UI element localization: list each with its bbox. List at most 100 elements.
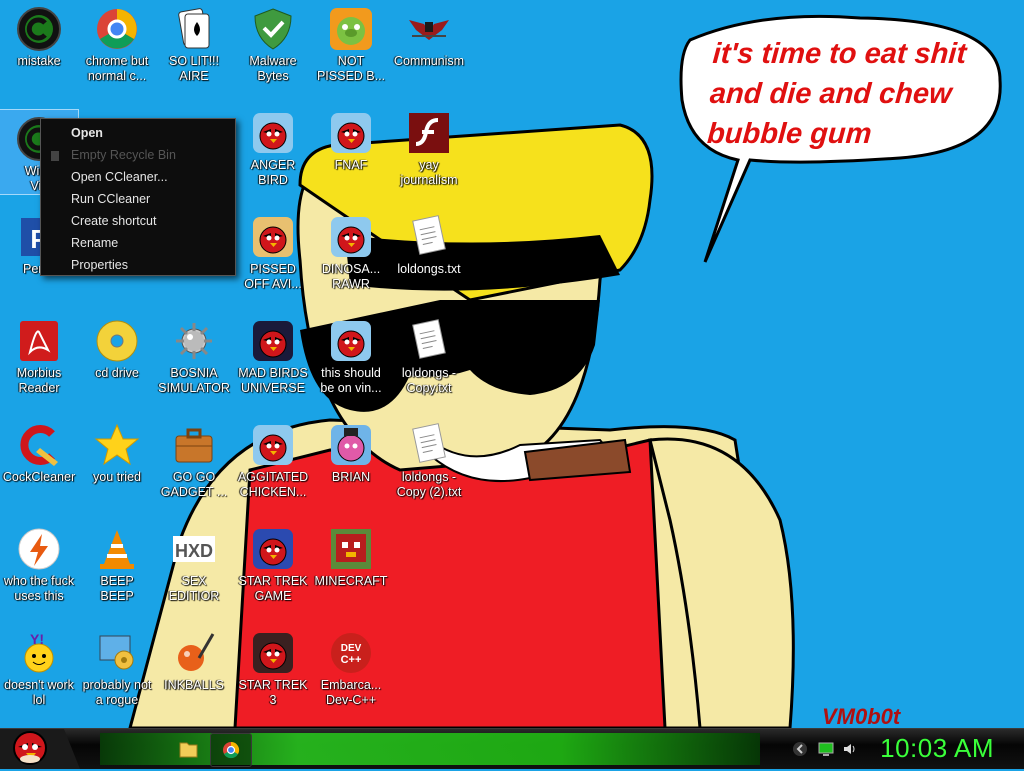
mine-icon <box>171 318 217 364</box>
taskbar: 10:03 AM <box>0 728 1024 769</box>
angry-birds-star-wars-icon <box>250 526 296 572</box>
network-icon[interactable] <box>818 741 834 757</box>
angry-birds-star-wars-2-icon <box>250 630 296 676</box>
desktop-icon-whothefuck[interactable]: who the fuck uses this <box>0 520 78 604</box>
flash-icon <box>406 110 452 156</box>
desktop-icon-label: loldongs - Copy (2).txt <box>396 470 462 499</box>
desktop-icon-label: STAR TREK 3 <box>238 678 308 707</box>
menu-item-open-ccleaner[interactable]: Open CCleaner... <box>41 166 235 188</box>
speech-bubble-text: it's time to eat shit and die and chew b… <box>706 38 968 150</box>
desktop-icon-doesntwork[interactable]: Y! doesn't work lol <box>0 624 78 708</box>
desktop-icon-morbius[interactable]: Morbius Reader <box>0 312 78 396</box>
desktop-icon-label: yay journalism <box>400 158 458 187</box>
desktop-icon-label: doesn't work lol <box>4 678 74 707</box>
desktop-icon-label: GO GO GADGET ... <box>160 470 228 499</box>
desktop-icon-label: this should be on vin... <box>320 366 382 395</box>
svg-text:Y!: Y! <box>30 631 44 647</box>
gear-monitor-icon <box>94 630 140 676</box>
text-file-icon <box>406 422 452 468</box>
desktop-icon-rogue[interactable]: probably not a rogue <box>78 624 156 708</box>
taskbar-chrome-button[interactable] <box>210 733 252 767</box>
angry-bird-icon <box>328 110 374 156</box>
desktop-icon-label: FNAF <box>334 158 368 172</box>
eagle-emblem-icon <box>406 6 452 52</box>
folder-icon <box>179 742 198 758</box>
desktop-icon-startrek3[interactable]: STAR TREK 3 <box>234 624 312 708</box>
desktop-icon-label: Morbius Reader <box>16 366 62 395</box>
solitaire-icon <box>171 6 217 52</box>
desktop-icon-madbirds[interactable]: MAD BIRDS UNIVERSE <box>234 312 312 396</box>
desktop-icon-malware[interactable]: Malware Bytes <box>234 0 312 84</box>
desktop-icon-notpissed[interactable]: NOT PISSED B... <box>312 0 390 84</box>
desktop-icon-loldongs[interactable]: loldongs.txt <box>390 208 468 277</box>
angry-birds-stella-icon <box>328 422 374 468</box>
desktop-icon-mistake[interactable]: mistake <box>0 0 78 69</box>
angry-birds-space-icon <box>250 318 296 364</box>
menu-item-properties[interactable]: Properties <box>41 254 235 276</box>
desktop[interactable]: it's time to eat shit and die and chew b… <box>0 0 1024 728</box>
desktop-icon-beepbeep[interactable]: BEEP BEEP <box>78 520 156 604</box>
angry-bird-icon <box>250 110 296 156</box>
wallpaper-signature: VM0b0t <box>822 704 901 728</box>
desktop-icon-label: loldongs.txt <box>397 262 461 276</box>
desktop-icon-pissedoff[interactable]: PISSED OFF AVI... <box>234 208 312 292</box>
taskbar-folder-button[interactable] <box>168 733 208 765</box>
start-button-angry-bird-icon[interactable] <box>0 723 80 769</box>
menu-item-empty-recycle-bin: Empty Recycle Bin <box>41 144 235 166</box>
yahoo-messenger-icon: Y! <box>16 630 62 676</box>
desktop-icon-fnaf[interactable]: FNAF <box>312 104 390 173</box>
desktop-icon-bosnia[interactable]: BOSNIA SIMULATOR <box>155 312 233 396</box>
volume-icon[interactable] <box>842 741 858 757</box>
desktop-icon-label: BRIAN <box>331 470 371 484</box>
angry-birds-seasons-icon <box>250 214 296 260</box>
desktop-icon-minecraft[interactable]: MINECRAFT <box>312 520 390 589</box>
desktop-icon-loldongscopy2[interactable]: loldongs - Copy (2).txt <box>390 416 468 500</box>
desktop-icon-journalism[interactable]: yay journalism <box>390 104 468 188</box>
menu-item-run-ccleaner[interactable]: Run CCleaner <box>41 188 235 210</box>
desktop-icon-startrek[interactable]: STAR TREK GAME <box>234 520 312 604</box>
desktop-icon-label: PISSED OFF AVI... <box>244 262 302 291</box>
menu-item-rename[interactable]: Rename <box>41 232 235 254</box>
desktop-icon-sexeditor[interactable]: HXD SEX EDITIOR <box>155 520 233 604</box>
ccleaner-icon <box>16 422 62 468</box>
desktop-icon-chrome[interactable]: chrome but normal c... <box>78 0 156 84</box>
desktop-icon-devcpp[interactable]: DEV C++ Embarca... Dev-C++ <box>312 624 390 708</box>
desktop-icon-cddrive[interactable]: cd drive <box>78 312 156 381</box>
minecraft-bird-icon <box>328 526 374 572</box>
desktop-icon-agitated[interactable]: AGGITATED CHICKEN... <box>234 416 312 500</box>
text-file-icon <box>406 318 452 364</box>
taskbar-clock[interactable]: 10:03 AM <box>880 733 994 764</box>
desktop-icon-dinosaur[interactable]: DINOSA... RAWR <box>312 208 390 292</box>
angry-bird-icon <box>328 214 374 260</box>
lightning-icon <box>16 526 62 572</box>
desktop-icon-label: Malware Bytes <box>249 54 297 83</box>
desktop-icon-angerbird[interactable]: ANGER BIRD <box>234 104 312 188</box>
desktop-icon-youtried[interactable]: you tried <box>78 416 156 485</box>
desktop-icon-inkballs[interactable]: INKBALLS <box>155 624 233 693</box>
desktop-icon-brian[interactable]: BRIAN <box>312 416 390 485</box>
desktop-icon-label: loldongs - Copy.txt <box>401 366 457 395</box>
menu-item-open[interactable]: Open <box>41 122 235 144</box>
desktop-icon-label: Communism <box>393 54 465 68</box>
desktop-icon-label: MAD BIRDS UNIVERSE <box>238 366 308 395</box>
desktop-icon-label: STAR TREK GAME <box>238 574 308 603</box>
pdf-reader-icon <box>16 318 62 364</box>
svg-text:HXD: HXD <box>175 541 213 561</box>
chrome-icon <box>223 741 240 759</box>
desktop-icon-label: probably not a rogue <box>82 678 152 707</box>
show-hidden-icons-chevron-icon[interactable] <box>792 741 808 757</box>
desktop-icon-cockcleaner[interactable]: CockCleaner <box>0 416 78 485</box>
desktop-icon-label: INKBALLS <box>164 678 224 692</box>
desktop-icon-label: cd drive <box>95 366 139 380</box>
context-menu[interactable]: Open Empty Recycle Bin Open CCleaner... … <box>40 118 236 276</box>
menu-item-create-shortcut[interactable]: Create shortcut <box>41 210 235 232</box>
star-icon <box>94 422 140 468</box>
desktop-icon-thisshould[interactable]: this should be on vin... <box>312 312 390 396</box>
desktop-icon-label: you tried <box>93 470 141 484</box>
desktop-icon-loldongscopy[interactable]: loldongs - Copy.txt <box>390 312 468 396</box>
desktop-icon-communism[interactable]: Communism <box>390 0 468 69</box>
desktop-icon-label: ANGER BIRD <box>250 158 296 187</box>
desktop-icon-label: MINECRAFT <box>314 574 388 588</box>
desktop-icon-gogo[interactable]: GO GO GADGET ... <box>155 416 233 500</box>
desktop-icon-solit[interactable]: SO LIT!!! AIRE <box>155 0 233 84</box>
